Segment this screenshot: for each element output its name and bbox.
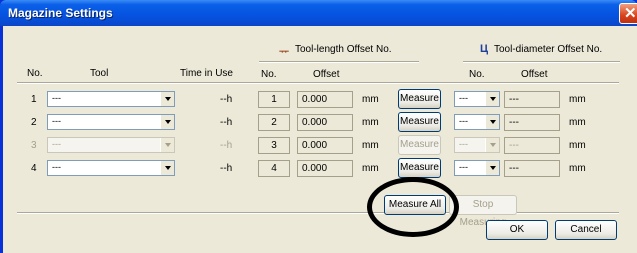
len-unit: mm <box>362 163 379 174</box>
dia-offset-value: --- <box>504 91 560 108</box>
col-header-len-no: No. <box>261 69 277 80</box>
dialog-body: ᅲ Tool-length Offset No. Ц Tool-diameter… <box>3 26 637 253</box>
chevron-down-icon[interactable] <box>485 92 499 106</box>
len-unit: mm <box>362 94 379 105</box>
dia-offset-value: --- <box>504 114 560 131</box>
col-header-tool: Tool <box>90 68 109 79</box>
tool-diameter-icon: Ц <box>480 43 489 55</box>
tool-select[interactable]: --- <box>47 160 175 176</box>
dia-offset-select[interactable]: --- <box>454 137 500 153</box>
tool-select[interactable]: --- <box>47 114 175 130</box>
ok-button[interactable]: OK <box>486 220 548 240</box>
len-offset-value: 0.000 <box>297 91 353 108</box>
dia-offset-value: --- <box>504 160 560 177</box>
dia-offset-select[interactable]: --- <box>454 91 500 107</box>
row-no: 3 <box>31 140 37 151</box>
len-offset-value: 0.000 <box>297 114 353 131</box>
chevron-down-icon[interactable] <box>485 138 499 152</box>
chevron-down-icon[interactable] <box>485 115 499 129</box>
measure-button[interactable]: Measure <box>398 112 441 132</box>
dia-unit: mm <box>569 140 586 151</box>
cancel-button[interactable]: Cancel <box>555 220 617 240</box>
dia-offset-select[interactable]: --- <box>454 114 500 130</box>
col-header-dia-offset: Offset <box>521 69 548 80</box>
len-unit: mm <box>362 117 379 128</box>
time-in-use: --h <box>220 117 233 128</box>
tool-select[interactable]: --- <box>47 91 175 107</box>
time-in-use: --h <box>220 94 233 105</box>
chevron-down-icon[interactable] <box>160 161 174 175</box>
highlight-ellipse <box>367 177 459 237</box>
chevron-down-icon[interactable] <box>160 138 174 152</box>
header-separator <box>17 82 619 84</box>
close-button[interactable]: ✕ <box>619 3 637 24</box>
measure-button[interactable]: Measure <box>398 135 441 155</box>
diameter-group-label: Tool-diameter Offset No. <box>494 44 603 55</box>
time-in-use: --h <box>220 163 233 174</box>
tool-select-value: --- <box>52 116 61 126</box>
window-title: Magazine Settings <box>8 6 113 20</box>
close-icon: ✕ <box>624 5 637 22</box>
tool-select-value: --- <box>52 162 61 172</box>
dia-select-value: --- <box>459 162 468 172</box>
length-group-label: Tool-length Offset No. <box>295 44 392 55</box>
measure-button[interactable]: Measure <box>398 158 441 178</box>
len-offset-no: 2 <box>258 114 290 131</box>
dialog-window: Magazine Settings ✕ ᅲ Tool-length Offset… <box>0 0 637 253</box>
col-header-time: Time in Use <box>180 68 233 79</box>
chevron-down-icon[interactable] <box>160 115 174 129</box>
col-header-dia-no: No. <box>469 69 485 80</box>
dia-offset-value: --- <box>504 137 560 154</box>
len-unit: mm <box>362 140 379 151</box>
tool-length-icon: ᅲ <box>279 46 290 58</box>
len-offset-value: 0.000 <box>297 137 353 154</box>
length-group-line <box>259 61 419 63</box>
len-offset-no: 3 <box>258 137 290 154</box>
time-in-use: --h <box>220 140 233 151</box>
len-offset-no: 4 <box>258 160 290 177</box>
dia-select-value: --- <box>459 116 468 126</box>
stop-measuring-button[interactable]: Stop Measuring <box>449 195 517 228</box>
row-no: 4 <box>31 163 37 174</box>
tool-select-value: --- <box>52 93 61 103</box>
col-header-no: No. <box>27 68 43 79</box>
diameter-group-line <box>463 61 620 63</box>
tool-select[interactable]: --- <box>47 137 175 153</box>
tool-select-value: --- <box>52 139 61 149</box>
footer-separator <box>17 212 619 214</box>
dia-unit: mm <box>569 117 586 128</box>
row-no: 2 <box>31 117 37 128</box>
chevron-down-icon[interactable] <box>485 161 499 175</box>
dia-unit: mm <box>569 94 586 105</box>
title-bar[interactable]: Magazine Settings ✕ <box>0 0 637 26</box>
col-header-len-offset: Offset <box>313 69 340 80</box>
dia-select-value: --- <box>459 139 468 149</box>
dia-offset-select[interactable]: --- <box>454 160 500 176</box>
dia-unit: mm <box>569 163 586 174</box>
dia-select-value: --- <box>459 93 468 103</box>
row-no: 1 <box>31 94 37 105</box>
len-offset-no: 1 <box>258 91 290 108</box>
chevron-down-icon[interactable] <box>160 92 174 106</box>
measure-button[interactable]: Measure <box>398 89 441 109</box>
len-offset-value: 0.000 <box>297 160 353 177</box>
